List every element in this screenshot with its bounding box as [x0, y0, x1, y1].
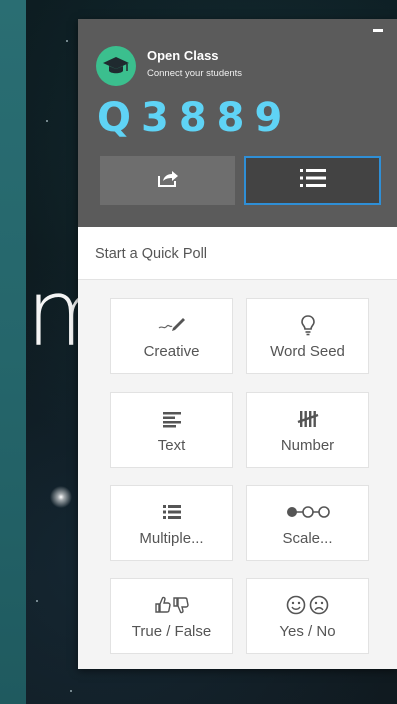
poll-option-number[interactable]: Number: [246, 392, 369, 468]
pen-sparkle-icon: [157, 313, 187, 337]
share-button[interactable]: [100, 156, 235, 205]
poll-option-yes-no[interactable]: Yes / No: [246, 578, 369, 654]
poll-option-label: Yes / No: [279, 622, 336, 640]
open-class-panel: Open Class Connect your students Q3889 S…: [78, 19, 397, 669]
poll-option-word-seed[interactable]: Word Seed: [246, 298, 369, 374]
share-icon: [157, 169, 179, 192]
scale-dots-icon: [286, 500, 330, 524]
class-subtitle: Connect your students: [147, 68, 243, 79]
poll-option-scale[interactable]: Scale...: [246, 485, 369, 561]
list-icon: [298, 166, 328, 195]
poll-option-label: Multiple...: [139, 529, 204, 547]
tally-marks-icon: [297, 407, 319, 431]
left-edge-strip: [0, 0, 26, 704]
poll-option-label: True / False: [131, 622, 212, 640]
star-speck: [70, 690, 72, 692]
poll-option-text[interactable]: Text: [110, 392, 233, 468]
class-code: Q3889: [97, 95, 293, 141]
star-speck: [66, 40, 68, 42]
poll-option-label: Word Seed: [270, 342, 345, 360]
class-title: Open Class: [147, 48, 219, 63]
thumbs-up-down-icon: [154, 593, 190, 617]
lightbulb-icon: [300, 313, 316, 337]
poll-option-label: Creative: [143, 342, 200, 360]
graduation-cap-icon: [96, 46, 136, 86]
quick-poll-heading: Start a Quick Poll: [95, 246, 208, 262]
smiley-frowny-icon: [286, 593, 330, 617]
bright-star: [48, 484, 74, 510]
poll-option-true-false[interactable]: True / False: [110, 578, 233, 654]
star-speck: [36, 600, 38, 602]
quick-poll-list-button[interactable]: [244, 156, 381, 205]
poll-option-label: Number: [280, 436, 335, 454]
minimize-button[interactable]: [373, 29, 383, 32]
text-lines-icon: [161, 407, 183, 431]
star-speck: [46, 120, 48, 122]
quick-poll-grid: Creative Word Seed Text Number Multiple.…: [78, 280, 397, 669]
poll-option-creative[interactable]: Creative: [110, 298, 233, 374]
poll-option-multiple[interactable]: Multiple...: [110, 485, 233, 561]
panel-header: Open Class Connect your students Q3889: [78, 19, 397, 227]
poll-option-label: Text: [157, 436, 186, 454]
list-icon: [161, 500, 183, 524]
poll-option-label: Scale...: [282, 529, 333, 547]
